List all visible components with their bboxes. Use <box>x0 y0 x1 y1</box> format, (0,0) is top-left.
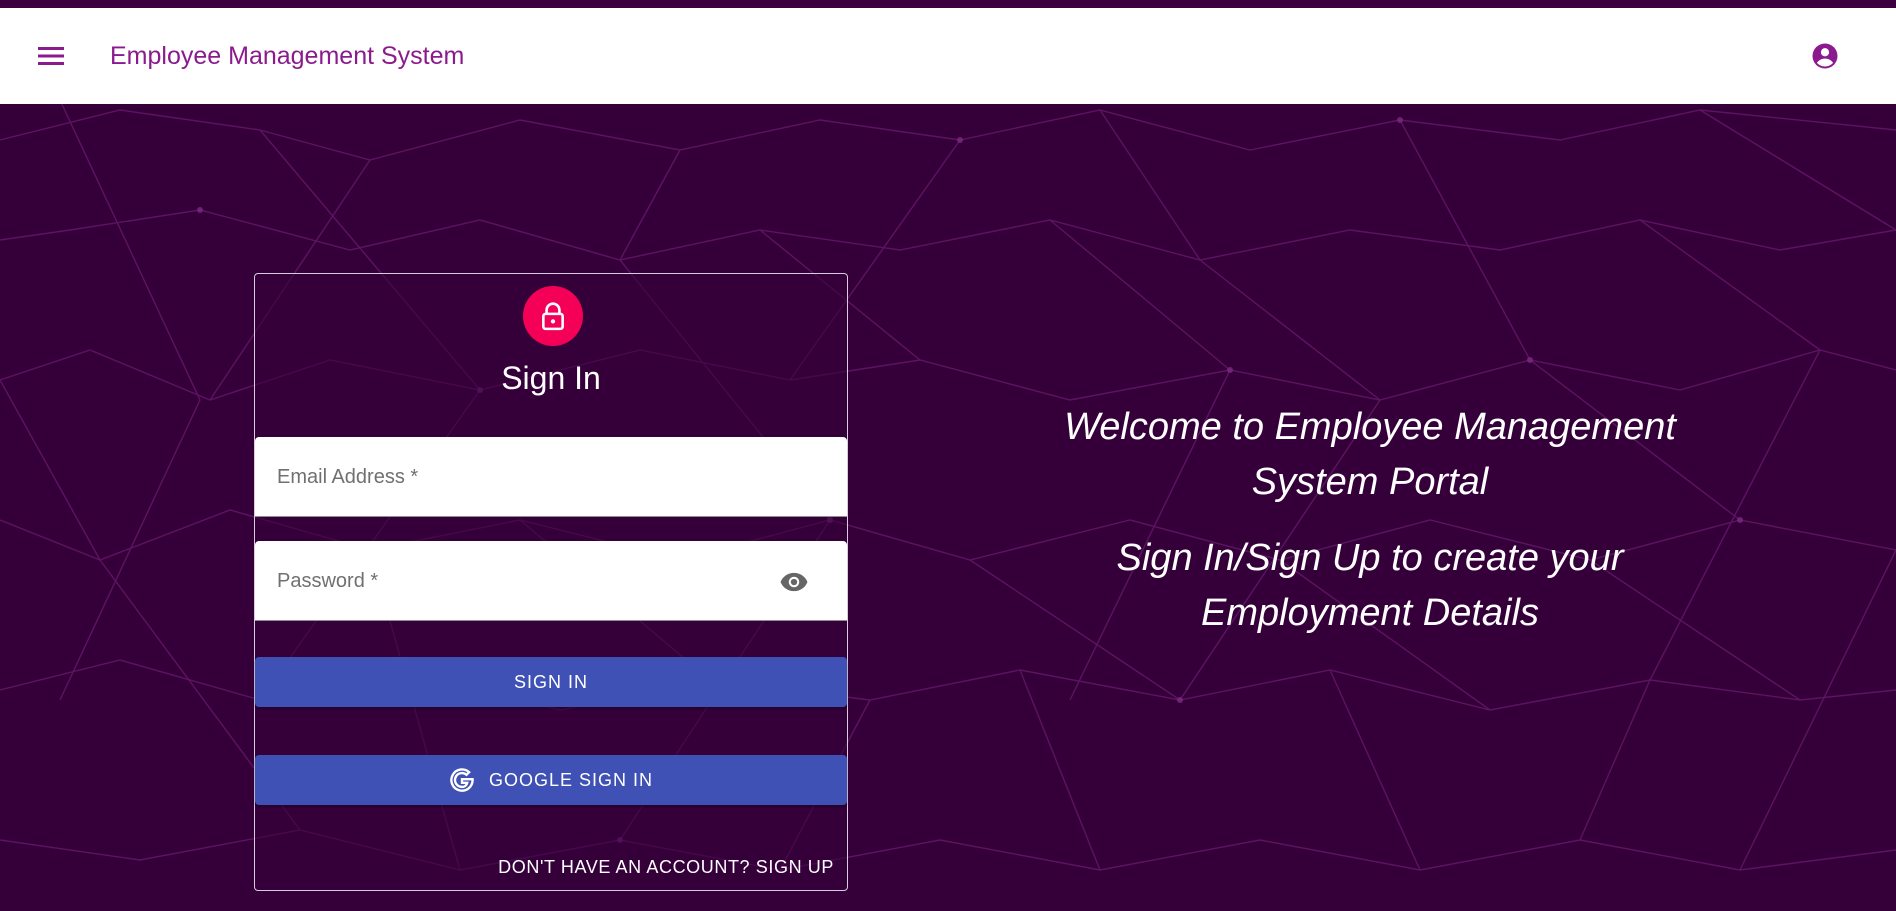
sign-in-button-label: SIGN IN <box>513 671 588 692</box>
sign-in-card: Sign In Email Address * Password * SIGN … <box>254 273 848 891</box>
sign-in-title: Sign In <box>501 360 601 396</box>
email-field[interactable]: Email Address * <box>255 437 847 517</box>
google-sign-in-button[interactable]: GOOGLE SIGN IN <box>255 755 847 805</box>
eye-icon[interactable] <box>779 567 809 597</box>
password-input[interactable] <box>275 541 759 621</box>
top-strip <box>0 0 1896 8</box>
app-title: Employee Management System <box>110 42 465 70</box>
google-button-label: GOOGLE SIGN IN <box>488 769 654 790</box>
app-bar: Employee Management System <box>0 8 1896 104</box>
lock-icon <box>523 286 583 346</box>
welcome-message: Welcome to Employee Management System Po… <box>1010 400 1730 641</box>
welcome-subheading: Sign In/Sign Up to create your Employmen… <box>1116 537 1624 634</box>
welcome-heading: Welcome to Employee Management System Po… <box>1064 406 1676 503</box>
google-icon <box>449 767 475 793</box>
account-circle-icon[interactable] <box>1810 41 1840 71</box>
sign-in-button[interactable]: SIGN IN <box>255 657 847 707</box>
sign-up-link[interactable]: DON'T HAVE AN ACCOUNT? SIGN UP <box>498 856 834 878</box>
password-field[interactable]: Password * <box>255 541 847 621</box>
email-input[interactable] <box>275 437 759 517</box>
menu-icon[interactable] <box>36 41 66 71</box>
